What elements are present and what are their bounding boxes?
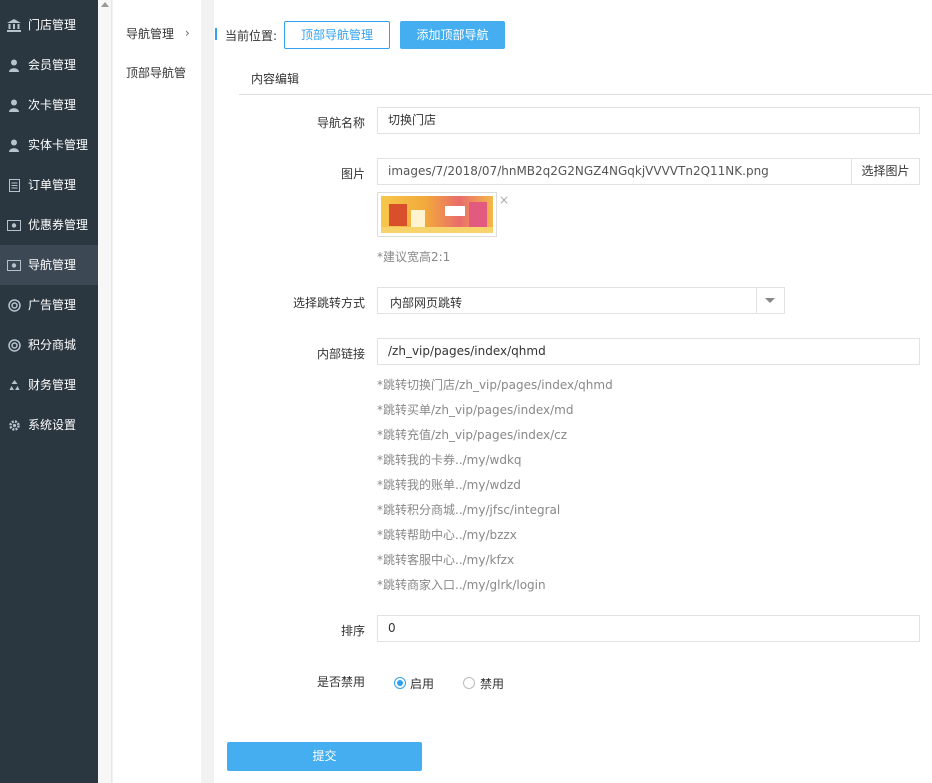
user-icon xyxy=(6,98,22,112)
sidebar-item-orders[interactable]: 订单管理 xyxy=(0,165,98,205)
internal-link-label: 内部链接 xyxy=(316,347,365,361)
nav-name-label: 导航名称 xyxy=(316,116,365,130)
scroll-up-arrow-icon[interactable] xyxy=(101,2,109,7)
link-hint: *跳转我的账单../my/wdzd xyxy=(377,478,521,492)
image-size-hint: *建议宽高2:1 xyxy=(377,250,451,264)
sort-label: 排序 xyxy=(340,624,365,638)
image-thumbnail xyxy=(377,192,497,237)
jump-type-value: 内部网页跳转 xyxy=(390,296,463,310)
link-hint: *跳转我的卡券../my/wdkq xyxy=(377,453,522,467)
gear-icon xyxy=(6,418,22,432)
user-icon xyxy=(6,58,22,72)
location-label: 当前位置: xyxy=(225,29,278,43)
submit-button[interactable]: 提交 xyxy=(227,742,422,771)
sidebar-item-ads[interactable]: 广告管理 xyxy=(0,285,98,325)
nav-name-input[interactable]: 切换门店 xyxy=(377,107,920,134)
breadcrumb-bar: 当前位置: 顶部导航管理 添加顶部导航 xyxy=(214,0,932,54)
link-hint: *跳转买单/zh_vip/pages/index/md xyxy=(377,403,574,417)
panel-title: 内容编辑 xyxy=(251,72,300,86)
sidebar-item-members[interactable]: 会员管理 xyxy=(0,45,98,85)
lifebuoy-icon xyxy=(6,338,22,352)
sidebar-item-finance[interactable]: 财务管理 xyxy=(0,365,98,405)
disable-radio[interactable] xyxy=(463,677,475,689)
ticket-icon xyxy=(6,218,22,232)
link-hint: *跳转帮助中心../my/bzzx xyxy=(377,528,517,542)
document-icon xyxy=(6,178,22,192)
image-path-input[interactable]: images/7/2018/07/hnMB2q2G2NGZ4NGqkjVVVVT… xyxy=(377,158,852,185)
sidebar-item-points-mall[interactable]: 积分商城 xyxy=(0,325,98,365)
sidebar-item-settings[interactable]: 系统设置 xyxy=(0,405,98,445)
enable-radio-label[interactable]: 启用 xyxy=(410,675,434,692)
sidebar-item-punch-cards[interactable]: 次卡管理 xyxy=(0,85,98,125)
image-label: 图片 xyxy=(340,167,365,181)
sidebar-item-stores[interactable]: 门店管理 xyxy=(0,5,98,45)
subnav-item-top-nav[interactable]: 顶部导航管 xyxy=(126,64,186,81)
sidebar-scrollbar[interactable] xyxy=(98,0,112,783)
sidebar-item-navigation[interactable]: 导航管理 xyxy=(0,245,98,285)
sidebar-item-coupons[interactable]: 优惠券管理 xyxy=(0,205,98,245)
sub-sidebar: 导航管理 › 顶部导航管 xyxy=(113,0,201,783)
lifebuoy-icon xyxy=(6,298,22,312)
panel-header: 内容编辑 xyxy=(239,62,932,95)
disabled-label: 是否禁用 xyxy=(316,675,365,689)
jump-type-label: 选择跳转方式 xyxy=(292,296,365,310)
user-icon xyxy=(6,138,22,152)
internal-link-input[interactable]: /zh_vip/pages/index/qhmd xyxy=(377,338,920,365)
main-content: 当前位置: 顶部导航管理 添加顶部导航 内容编辑 导航名称 切换门店 图片 im… xyxy=(214,0,932,783)
chevron-down-icon xyxy=(765,298,775,303)
ticket-icon xyxy=(6,258,22,272)
sidebar-item-physical-cards[interactable]: 实体卡管理 xyxy=(0,125,98,165)
link-hint: *跳转充值/zh_vip/pages/index/cz xyxy=(377,428,568,442)
banner-image xyxy=(381,196,493,233)
top-nav-manage-button[interactable]: 顶部导航管理 xyxy=(284,21,390,49)
link-hint: *跳转切换门店/zh_vip/pages/index/qhmd xyxy=(377,378,613,392)
chevron-right-icon: › xyxy=(185,26,190,40)
jump-type-select[interactable]: 内部网页跳转 xyxy=(377,287,785,314)
remove-image-icon[interactable]: × xyxy=(499,193,509,207)
recycle-icon xyxy=(6,378,22,392)
subnav-title[interactable]: 导航管理 xyxy=(126,25,174,42)
add-top-nav-button[interactable]: 添加顶部导航 xyxy=(400,21,505,49)
disable-radio-label[interactable]: 禁用 xyxy=(480,675,504,692)
link-hint: *跳转商家入口../my/glrk/login xyxy=(377,578,546,592)
link-hint: *跳转积分商城../my/jfsc/integral xyxy=(377,503,561,517)
main-sidebar: 门店管理 会员管理 次卡管理 实体卡管理 订单管理 优惠券管理 导航管理 广告管… xyxy=(0,0,98,783)
accent-marker xyxy=(215,28,217,40)
select-divider xyxy=(756,288,757,313)
sort-input[interactable]: 0 xyxy=(377,615,920,642)
enable-radio[interactable] xyxy=(394,677,406,689)
link-hint: *跳转客服中心../my/kfzx xyxy=(377,553,515,567)
choose-image-button[interactable]: 选择图片 xyxy=(851,158,920,185)
bank-icon xyxy=(6,18,22,32)
